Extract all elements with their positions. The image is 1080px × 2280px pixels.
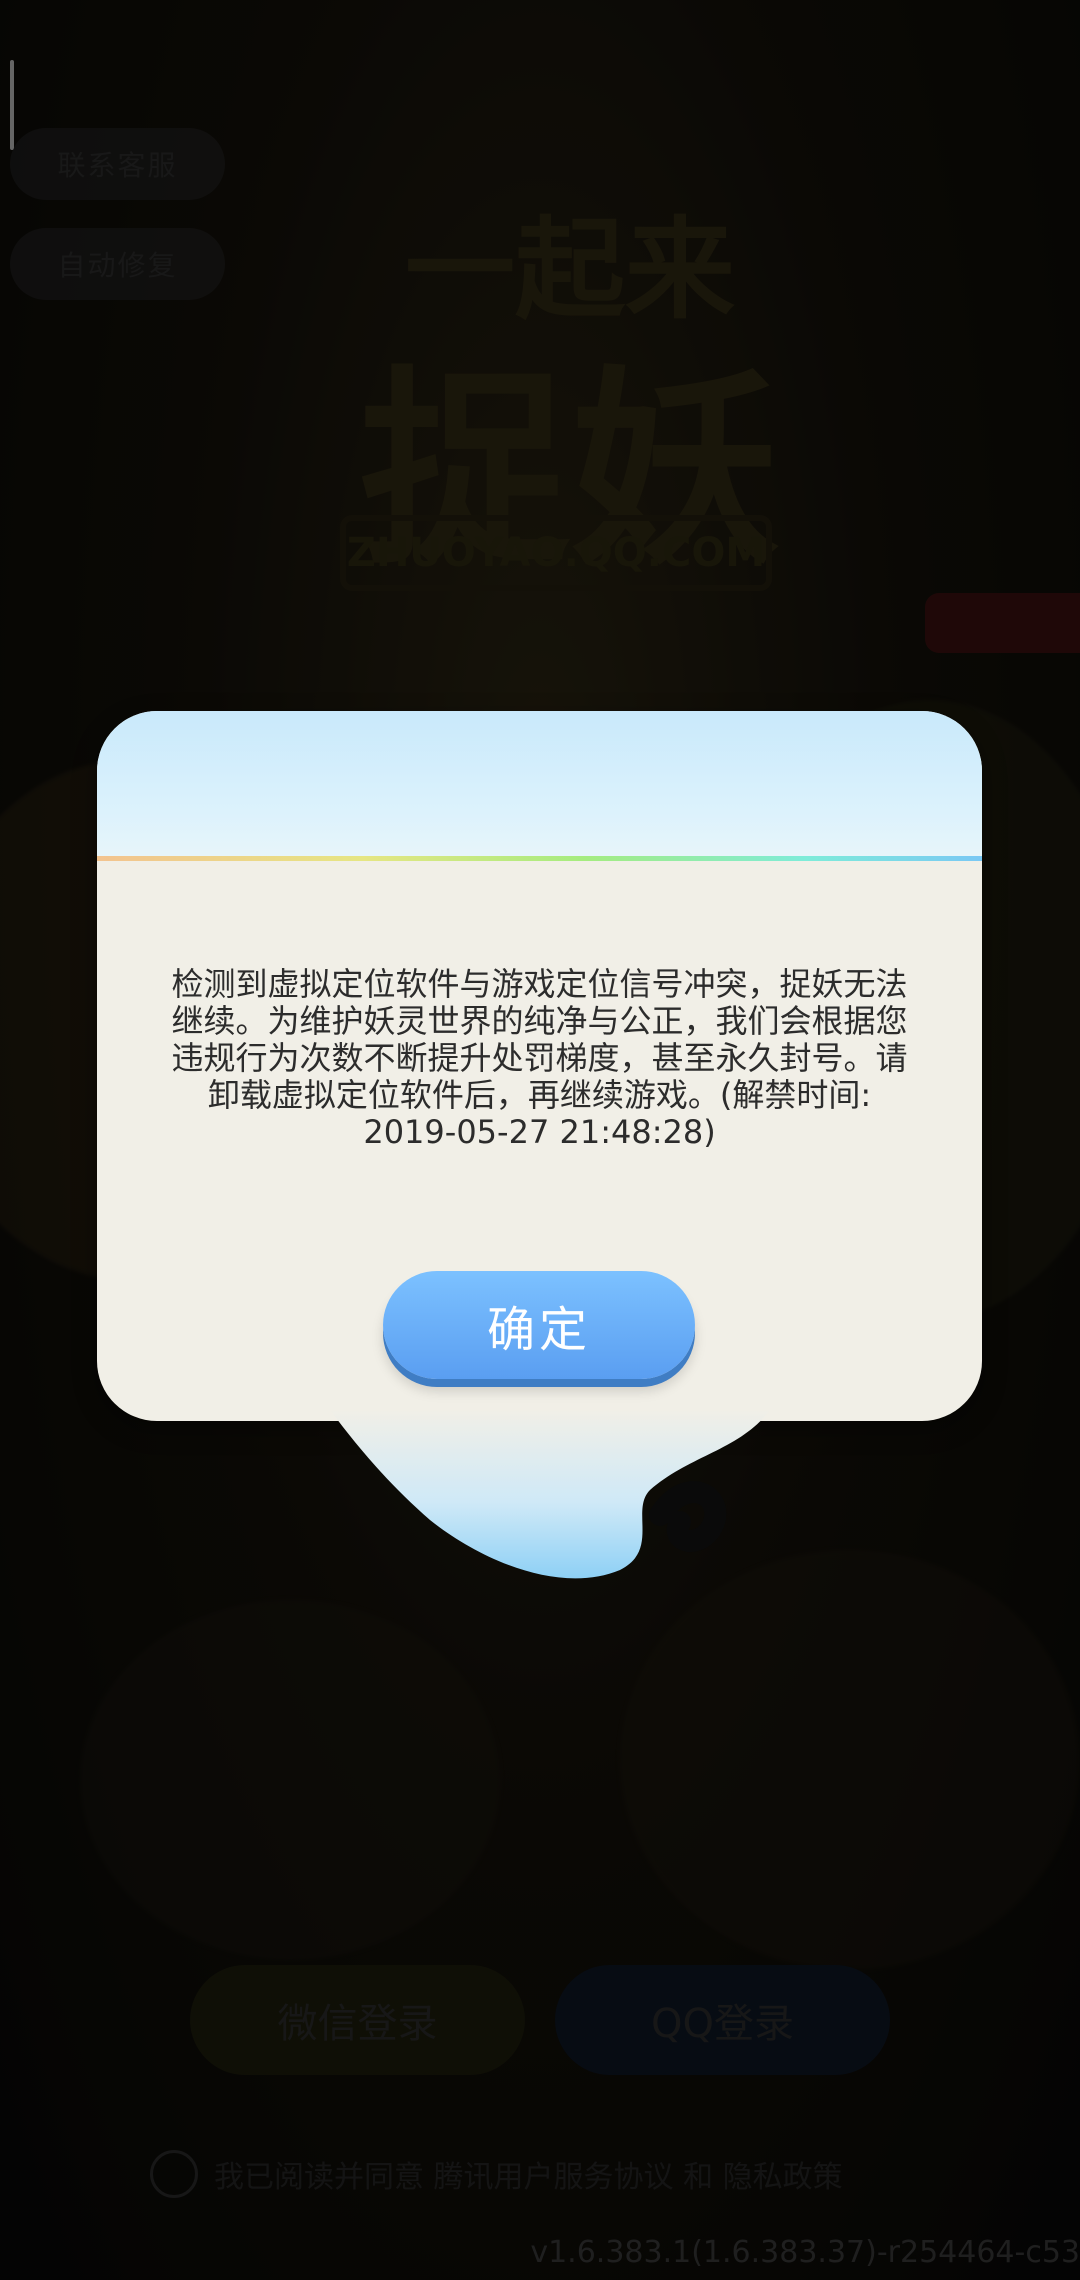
dialog-divider: [97, 856, 982, 861]
warning-dialog: 检测到虚拟定位软件与游戏定位信号冲突，捉妖无法 继续。为维护妖灵世界的纯净与公正…: [97, 711, 982, 1421]
dialog-message-line: 2019-05-27 21:48:28): [363, 1113, 716, 1151]
dialog-message-line: 继续。为维护妖灵世界的纯净与公正，我们会根据您: [171, 1002, 908, 1040]
dialog-message-line: 检测到虚拟定位软件与游戏定位信号冲突，捉妖无法: [171, 965, 908, 1003]
dialog-header: [97, 711, 982, 856]
confirm-label: 确定: [486, 1302, 591, 1358]
dialog-message-line: 卸载虚拟定位软件后，再继续游戏。(解禁时间:: [207, 1076, 872, 1114]
dialog-message: 检测到虚拟定位软件与游戏定位信号冲突，捉妖无法 继续。为维护妖灵世界的纯净与公正…: [147, 966, 932, 1151]
confirm-button[interactable]: 确定: [383, 1271, 695, 1379]
dialog-message-line: 违规行为次数不断提升处罚梯度，甚至永久封号。请: [171, 1039, 908, 1077]
dialog-tail-decoration: [330, 1410, 770, 1579]
